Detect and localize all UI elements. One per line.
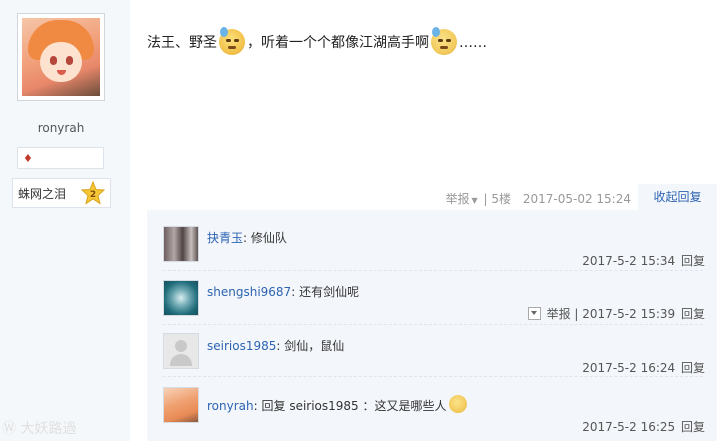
weibo-logo-icon: Ⓦ bbox=[2, 421, 16, 437]
medal-slot[interactable]: ♦ bbox=[17, 147, 104, 169]
report-dropdown-icon[interactable]: ▼ bbox=[472, 196, 478, 205]
reply-button[interactable]: 回复 bbox=[681, 361, 705, 375]
reply-text: 剑仙，鼠仙 bbox=[284, 339, 345, 353]
reply-text: 还有剑仙呢 bbox=[299, 285, 360, 299]
author-avatar[interactable] bbox=[17, 13, 105, 101]
cold-sweat-emoji-icon bbox=[431, 27, 457, 55]
post-text-part1: 法王、野圣 bbox=[147, 35, 217, 51]
level-star-icon: 2 bbox=[81, 181, 105, 205]
post-timestamp: 2017-05-02 15:24 bbox=[522, 192, 631, 206]
level-title: 蛛网之泪 bbox=[18, 187, 67, 201]
reply-text: 修仙队 bbox=[250, 231, 287, 245]
reply-list: 抉青玉: 修仙队 2017-5-2 15:34 回复 shengshi9687:… bbox=[147, 210, 717, 441]
reply-text: 回复 seirios1985 ：这又是哪些人 bbox=[261, 399, 447, 413]
post-content: 法王、野圣 ，听着一个个都像江湖高手啊 …… bbox=[147, 27, 487, 55]
level-number: 2 bbox=[90, 190, 96, 200]
default-avatar-icon[interactable] bbox=[163, 333, 199, 369]
reply-timestamp: 2017-5-2 15:34 bbox=[582, 254, 676, 268]
reply-avatar[interactable] bbox=[163, 387, 199, 423]
reply-username[interactable]: shengshi9687 bbox=[207, 285, 291, 299]
report-link[interactable]: 举报 bbox=[446, 192, 470, 206]
reply-timestamp: 2017-5-2 16:25 bbox=[582, 420, 676, 434]
author-username[interactable]: ronyrah bbox=[0, 121, 122, 135]
level-badge[interactable]: 蛛网之泪 2 bbox=[12, 178, 111, 208]
reply-button[interactable]: 回复 bbox=[681, 420, 705, 434]
post-meta: 举报 ▼ | 5楼 2017-05-02 15:24 bbox=[445, 192, 631, 206]
reply-button[interactable]: 回复 bbox=[681, 254, 705, 268]
reply-avatar[interactable] bbox=[163, 280, 199, 316]
watermark: Ⓦ 大妖路過 bbox=[2, 421, 77, 437]
reply-username[interactable]: seirios1985 bbox=[207, 339, 276, 353]
reply-timestamp: 2017-5-2 15:39 bbox=[582, 307, 676, 321]
post-text-part2: ，听着一个个都像江湖高手啊 bbox=[247, 35, 429, 51]
wonder-emoji-icon bbox=[448, 395, 467, 413]
report-dropdown-icon[interactable] bbox=[527, 307, 541, 320]
post-meta-bar: 举报 ▼ | 5楼 2017-05-02 15:24 收起回复 bbox=[147, 184, 717, 210]
anime-girl-avatar-image bbox=[22, 18, 100, 96]
reply-button[interactable]: 回复 bbox=[681, 307, 705, 321]
post-text-part3: …… bbox=[459, 35, 487, 51]
reply-avatar[interactable] bbox=[163, 226, 199, 262]
sweat-laugh-emoji-icon bbox=[219, 27, 245, 55]
report-link[interactable]: 举报 bbox=[547, 307, 571, 321]
reply-username[interactable]: 抉青玉 bbox=[207, 231, 243, 245]
reply-username[interactable]: ronyrah bbox=[207, 399, 254, 413]
reply-timestamp: 2017-5-2 16:24 bbox=[582, 361, 676, 375]
collapse-replies-button[interactable]: 收起回复 bbox=[638, 184, 717, 210]
author-sidebar: ronyrah ♦ 蛛网之泪 2 bbox=[0, 0, 130, 441]
medal-icon: ♦ bbox=[23, 152, 33, 165]
floor-number: 5楼 bbox=[491, 192, 512, 206]
